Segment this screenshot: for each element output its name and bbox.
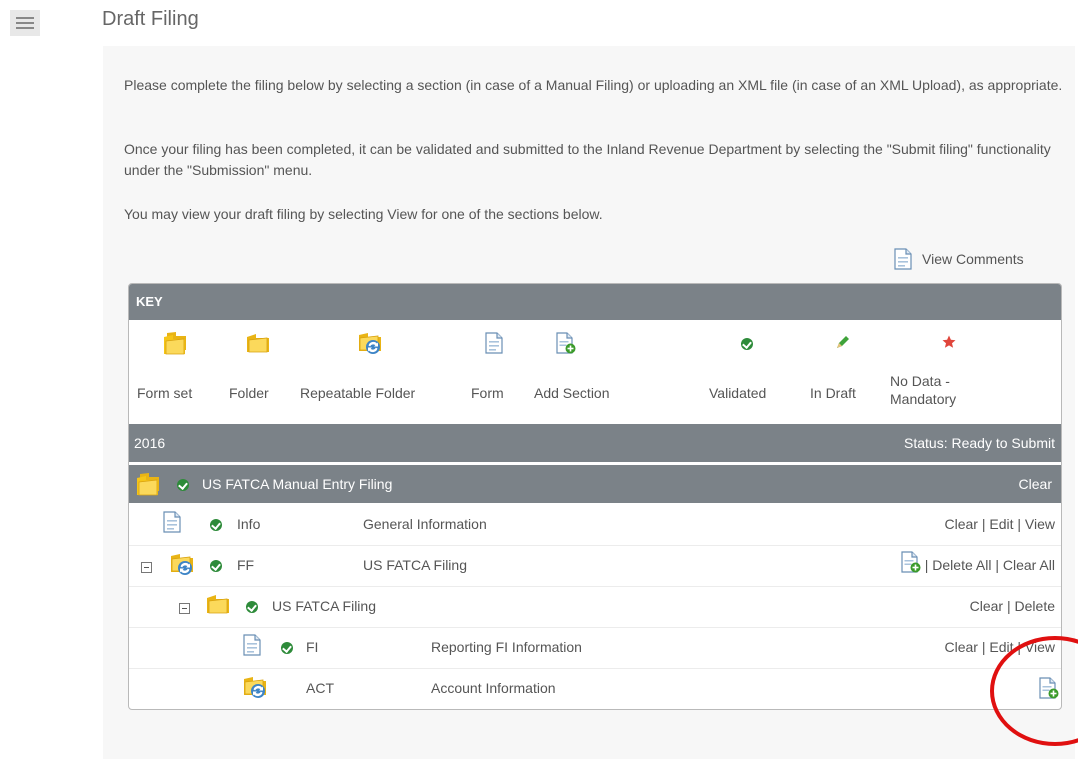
delete-all-link[interactable]: Delete All bbox=[932, 557, 991, 573]
key-label-add-section: Add Section bbox=[534, 385, 610, 401]
add-section-icon bbox=[556, 332, 576, 354]
pencil-icon bbox=[837, 336, 849, 348]
row-code: FF bbox=[237, 557, 255, 573]
form-set-icon bbox=[135, 472, 161, 496]
star-icon bbox=[942, 335, 956, 348]
form-icon bbox=[485, 332, 503, 354]
clear-link[interactable]: Clear bbox=[970, 598, 1003, 614]
table-row: US FATCA Filing Clear | Delete bbox=[129, 587, 1061, 628]
clear-all-link[interactable]: Clear All bbox=[1003, 557, 1055, 573]
validated-icon bbox=[210, 519, 222, 531]
validated-icon bbox=[246, 601, 258, 613]
repeatable-folder-icon bbox=[357, 331, 383, 355]
collapse-toggle-icon[interactable] bbox=[179, 603, 190, 614]
table-row: FF US FATCA Filing | Delete All | Clear … bbox=[129, 546, 1061, 587]
page-title: Draft Filing bbox=[102, 8, 199, 30]
row-name: US FATCA Filing bbox=[363, 557, 467, 573]
key-label-in-draft: In Draft bbox=[810, 385, 856, 401]
hamburger-icon-line bbox=[16, 22, 34, 24]
form-icon bbox=[163, 511, 181, 533]
key-header: KEY bbox=[129, 284, 1061, 320]
validated-icon bbox=[210, 560, 222, 572]
key-label-folder: Folder bbox=[229, 385, 269, 401]
row-code: FI bbox=[306, 639, 319, 655]
view-link[interactable]: View bbox=[1025, 516, 1055, 532]
validated-icon bbox=[177, 479, 189, 491]
key-label-repeatable-folder: Repeatable Folder bbox=[300, 385, 416, 401]
filing-year: 2016 bbox=[134, 435, 166, 451]
key-label-form-set: Form set bbox=[137, 385, 193, 401]
row-actions: | Delete All | Clear All bbox=[901, 551, 1055, 573]
folder-icon bbox=[245, 332, 271, 354]
view-comments-label: View Comments bbox=[922, 251, 1024, 267]
key-label-no-data-mandatory: No Data - Mandatory bbox=[890, 373, 957, 407]
menu-toggle-button[interactable] bbox=[10, 10, 40, 36]
table-row: Info General Information Clear | Edit | … bbox=[129, 505, 1061, 546]
validated-icon bbox=[281, 642, 293, 654]
clear-link[interactable]: Clear bbox=[944, 639, 977, 655]
key-label-form: Form bbox=[471, 385, 504, 401]
separator: | bbox=[995, 557, 1003, 573]
key-labels: Form set Folder Repeatable Folder Form A… bbox=[129, 370, 1061, 420]
validated-icon bbox=[741, 338, 753, 350]
document-icon bbox=[894, 248, 912, 270]
intro-paragraph-1: Please complete the filing below by sele… bbox=[124, 77, 1063, 93]
row-code: Info bbox=[237, 516, 261, 532]
hamburger-icon bbox=[16, 17, 34, 19]
view-comments-link[interactable]: View Comments bbox=[894, 248, 1024, 270]
folder-icon bbox=[205, 593, 231, 615]
table-row: ACT Account Information bbox=[129, 669, 1061, 709]
table-row: FI Reporting FI Information Clear | Edit… bbox=[129, 628, 1061, 669]
separator: | bbox=[1017, 516, 1025, 532]
row-name: Reporting FI Information bbox=[431, 639, 582, 655]
form-icon bbox=[243, 634, 261, 656]
filing-header: US FATCA Manual Entry Filing Clear bbox=[129, 465, 1061, 503]
hamburger-icon-line bbox=[16, 27, 34, 29]
form-set-icon bbox=[162, 331, 188, 355]
filing-clear-link[interactable]: Clear bbox=[1019, 476, 1052, 492]
key-icons bbox=[129, 331, 1061, 361]
filing-table: KEY Form set Folder Repeatable Folder Fo… bbox=[128, 283, 1062, 710]
row-code: ACT bbox=[306, 680, 334, 696]
row-actions: Clear | Edit | View bbox=[944, 516, 1055, 532]
filing-status: Status: Ready to Submit bbox=[904, 435, 1055, 451]
delete-link[interactable]: Delete bbox=[1015, 598, 1055, 614]
clear-link[interactable]: Clear bbox=[944, 516, 977, 532]
key-label-validated: Validated bbox=[709, 385, 767, 401]
row-name: Account Information bbox=[431, 680, 556, 696]
year-bar: 2016 Status: Ready to Submit bbox=[129, 424, 1061, 462]
separator: | bbox=[1007, 598, 1015, 614]
repeatable-folder-icon bbox=[169, 552, 195, 576]
row-name: General Information bbox=[363, 516, 487, 532]
edit-link[interactable]: Edit bbox=[989, 516, 1013, 532]
add-section-icon[interactable] bbox=[901, 551, 921, 573]
repeatable-folder-icon bbox=[242, 675, 268, 699]
key-title: KEY bbox=[136, 294, 163, 309]
intro-paragraph-2: Once your filing has been completed, it … bbox=[124, 141, 1051, 178]
row-actions: Clear | Delete bbox=[970, 598, 1055, 614]
intro-paragraph-3: You may view your draft filing by select… bbox=[124, 206, 603, 222]
row-code: US FATCA Filing bbox=[272, 598, 376, 614]
collapse-toggle-icon[interactable] bbox=[141, 562, 152, 573]
filing-title: US FATCA Manual Entry Filing bbox=[202, 476, 393, 492]
